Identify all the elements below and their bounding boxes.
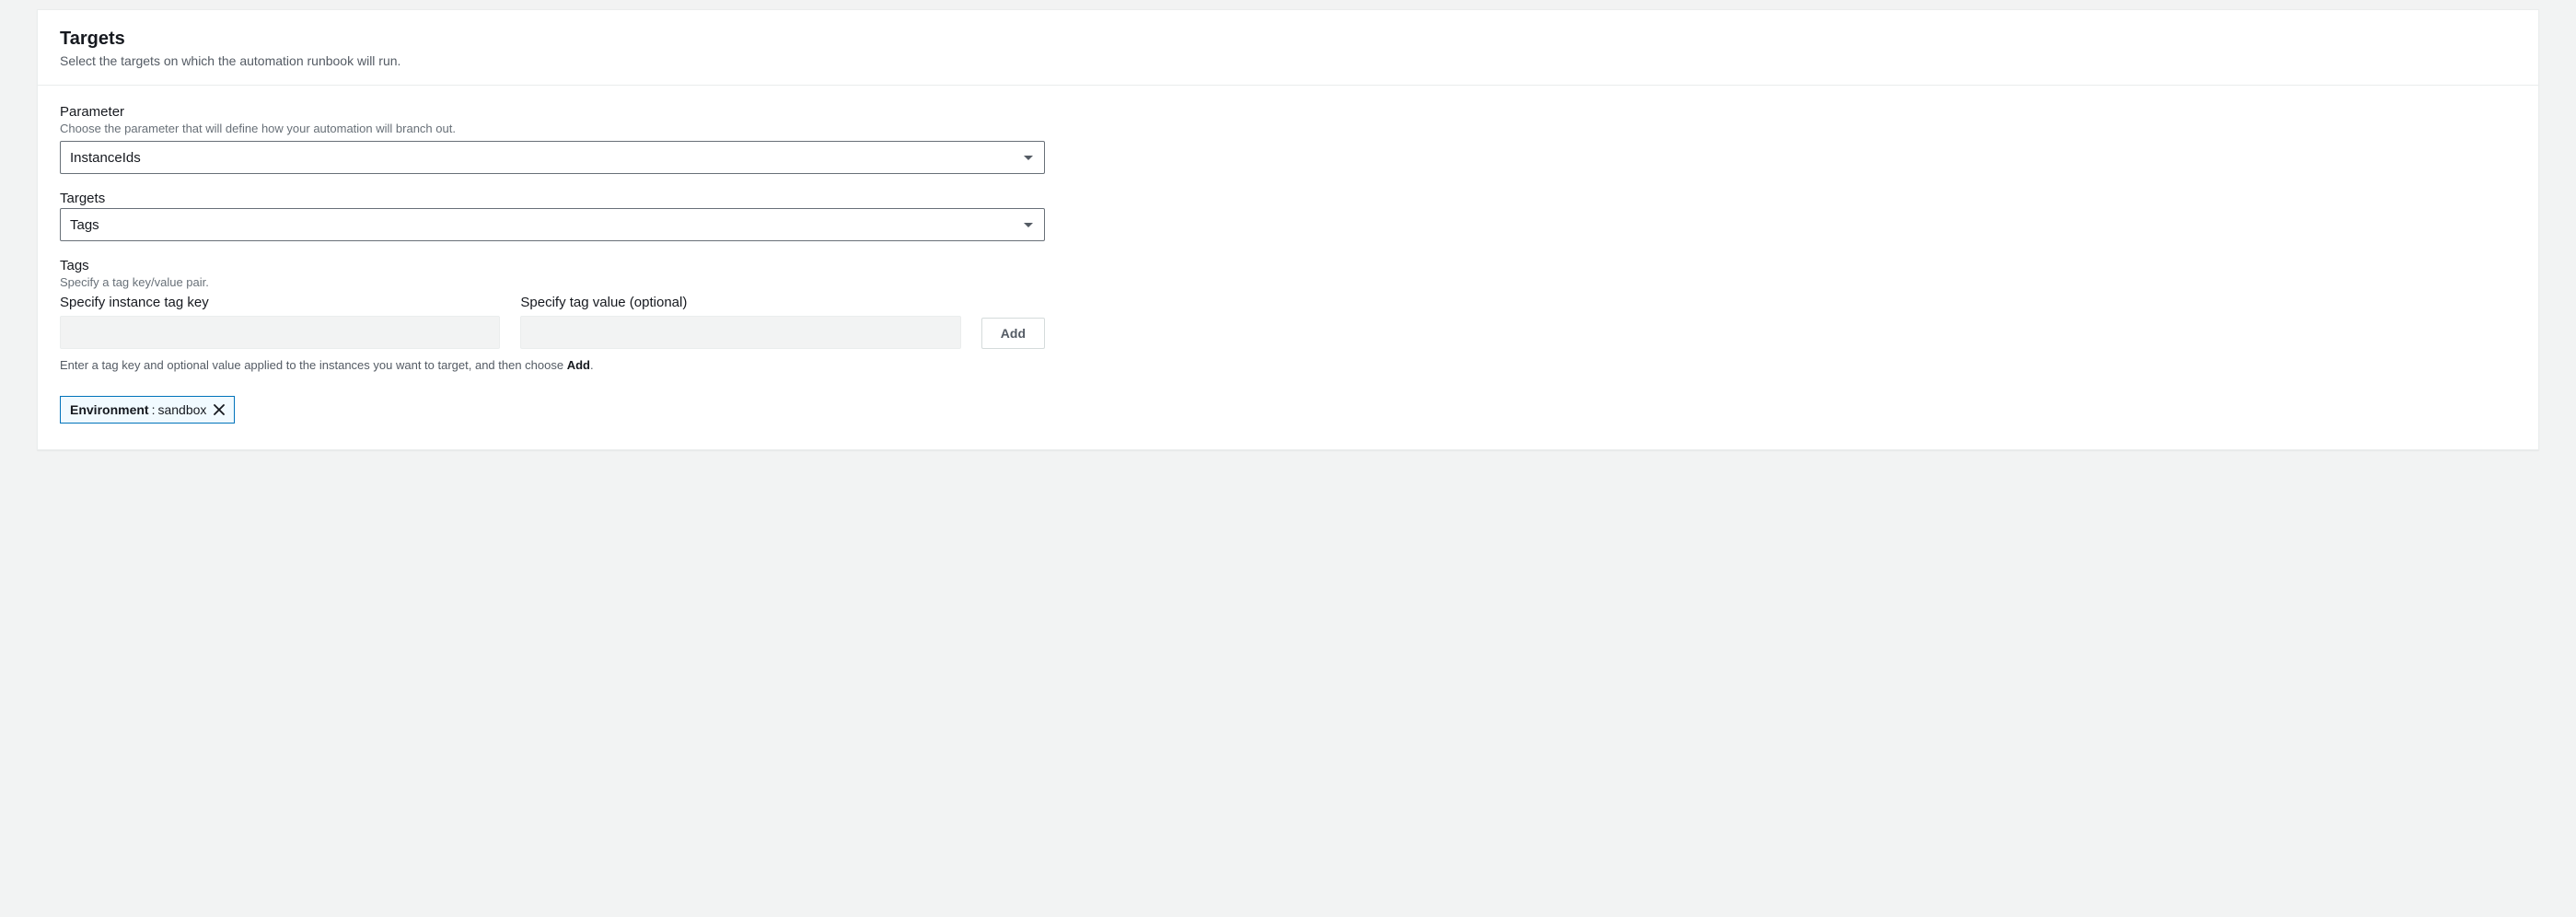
- parameter-label: Parameter: [60, 104, 2516, 120]
- chip-separator: :: [152, 402, 156, 417]
- chip-key: Environment: [70, 402, 149, 417]
- tag-value-label: Specify tag value (optional): [520, 295, 960, 310]
- tags-label: Tags: [60, 258, 2516, 273]
- parameter-select-wrap: InstanceIds: [60, 141, 1045, 174]
- tags-helper-bold: Add: [567, 358, 590, 372]
- tag-chips: Environment : sandbox: [60, 396, 2516, 424]
- tag-value-col: Specify tag value (optional): [520, 295, 960, 349]
- tag-value-input[interactable]: [520, 316, 960, 349]
- tags-hint: Specify a tag key/value pair.: [60, 275, 2516, 289]
- panel-body: Parameter Choose the parameter that will…: [38, 86, 2538, 449]
- tags-field: Tags Specify a tag key/value pair. Speci…: [60, 258, 2516, 424]
- panel-title: Targets: [60, 29, 2516, 50]
- panel-header: Targets Select the targets on which the …: [38, 10, 2538, 86]
- parameter-field: Parameter Choose the parameter that will…: [60, 104, 2516, 174]
- targets-panel: Targets Select the targets on which the …: [37, 9, 2539, 450]
- targets-select-wrap: Tags: [60, 208, 1045, 241]
- chip-value: sandbox: [157, 402, 206, 417]
- parameter-hint: Choose the parameter that will define ho…: [60, 122, 2516, 135]
- tags-helper-prefix: Enter a tag key and optional value appli…: [60, 358, 567, 372]
- tags-row: Specify instance tag key Specify tag val…: [60, 295, 1045, 349]
- close-icon[interactable]: [214, 404, 225, 415]
- parameter-select[interactable]: InstanceIds: [60, 141, 1045, 174]
- tag-key-label: Specify instance tag key: [60, 295, 500, 310]
- tags-helper-suffix: .: [590, 358, 594, 372]
- tags-helper: Enter a tag key and optional value appli…: [60, 358, 2516, 372]
- tag-key-input[interactable]: [60, 316, 500, 349]
- targets-field: Targets Tags: [60, 191, 2516, 241]
- add-col: Add: [981, 318, 1045, 349]
- tag-chip: Environment : sandbox: [60, 396, 235, 424]
- targets-select[interactable]: Tags: [60, 208, 1045, 241]
- add-button[interactable]: Add: [981, 318, 1045, 349]
- targets-label: Targets: [60, 191, 2516, 206]
- tag-key-col: Specify instance tag key: [60, 295, 500, 349]
- panel-subtitle: Select the targets on which the automati…: [60, 53, 2516, 68]
